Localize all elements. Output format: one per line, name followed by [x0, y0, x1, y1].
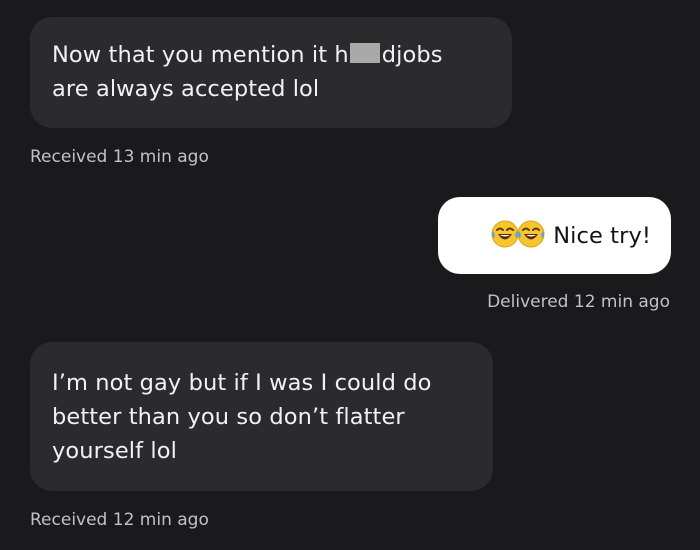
received-message-bubble[interactable]: Now that you mention it h djobs are alway… — [30, 17, 512, 128]
rolling-on-floor-laughing-emoji-icon — [516, 219, 546, 249]
redaction-block — [349, 43, 380, 63]
message-text-line: Now that you mention it h djobs — [52, 38, 492, 72]
sent-message-bubble[interactable]: Nice try! — [438, 197, 671, 274]
message-text-fragment: djobs — [381, 42, 443, 68]
delivered-status: Delivered 12 min ago — [487, 292, 670, 312]
received-message-bubble[interactable]: I’m not gay but if I was I could do bett… — [30, 342, 493, 491]
message-text-line: are always accepted lol — [52, 76, 320, 102]
message-text-fragment: Now that you mention it h — [52, 42, 349, 68]
received-status: Received 12 min ago — [30, 510, 209, 530]
message-text-line: yourself lol — [52, 438, 177, 464]
message-text: Nice try! — [553, 222, 651, 249]
message-text-line: I’m not gay but if I was I could do — [52, 370, 432, 396]
message-text-line: Nice try! — [490, 219, 651, 253]
received-status: Received 13 min ago — [30, 147, 209, 167]
chat-thread: Now that you mention it h djobs are alway… — [0, 0, 700, 550]
message-text-line: better than you so don’t flatter — [52, 404, 405, 430]
